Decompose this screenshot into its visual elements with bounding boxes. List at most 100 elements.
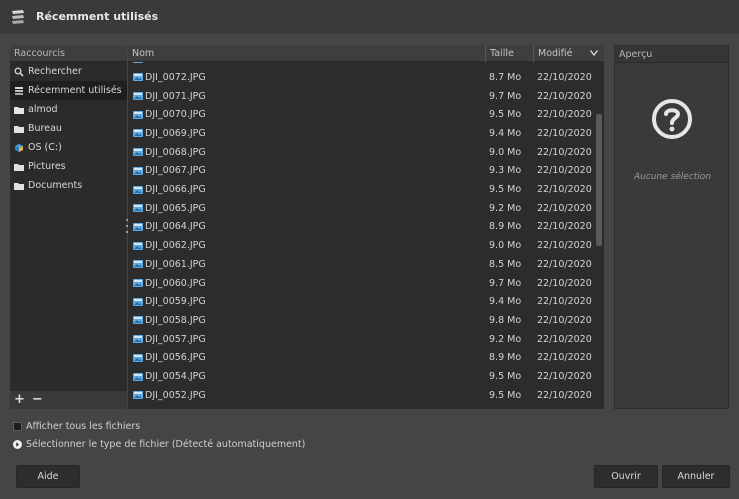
image-file-icon: [133, 62, 143, 63]
file-modified: 22/10/2020: [537, 389, 592, 401]
file-size: 9.0 Mo: [489, 240, 522, 252]
image-file-icon: [133, 148, 143, 157]
table-row[interactable]: DJI_0071.JPG 9.7 Mo 22/10/2020: [128, 87, 593, 106]
table-row[interactable]: DJI_0067.JPG 9.3 Mo 22/10/2020: [128, 162, 593, 181]
file-modified: 22/10/2020: [537, 165, 592, 177]
column-header-size[interactable]: Taille: [485, 45, 533, 62]
file-rows: DJI_0072.JPG 8.7 Mo 22/10/2020 DJI_0071.JPG…: [128, 62, 593, 409]
chevron-down-icon: [590, 50, 598, 56]
add-bookmark-button[interactable]: +: [14, 393, 25, 406]
image-file-icon: [133, 353, 143, 362]
file-modified: 22/10/2020: [537, 184, 592, 196]
file-name: DJI_0054.JPG: [145, 371, 206, 383]
table-row[interactable]: DJI_0072.JPG 8.7 Mo 22/10/2020: [128, 68, 593, 87]
no-selection-text: Aucune sélection: [633, 172, 712, 182]
table-row[interactable]: DJI_0064.JPG 8.9 Mo 22/10/2020: [128, 218, 593, 237]
file-size: 9.5 Mo: [489, 371, 522, 383]
image-file-icon: [133, 204, 143, 213]
table-row[interactable]: DJI_0057.JPG 9.2 Mo 22/10/2020: [128, 330, 593, 349]
place-label: Rechercher: [28, 66, 82, 77]
table-row[interactable]: DJI_0061.JPG 8.5 Mo 22/10/2020: [128, 255, 593, 274]
file-size: 8.7 Mo: [489, 71, 522, 83]
file-type-expander[interactable]: Sélectionner le type de fichier (Détecté…: [13, 437, 305, 451]
scrollbar-thumb[interactable]: [596, 114, 602, 246]
file-size: 9.8 Mo: [489, 314, 522, 326]
place-label: Pictures: [28, 161, 66, 172]
column-header-modified[interactable]: Modifié: [533, 45, 598, 62]
image-file-icon: [133, 260, 143, 269]
home-folder-icon: [14, 105, 24, 115]
table-row[interactable]: DJI_0058.JPG 9.8 Mo 22/10/2020: [128, 311, 593, 330]
place-item[interactable]: Documents: [10, 176, 127, 195]
file-name: DJI_0060.JPG: [145, 277, 206, 289]
file-name: DJI_0062.JPG: [145, 240, 206, 252]
image-file-icon: [133, 185, 143, 194]
file-modified: 22/10/2020: [537, 127, 592, 139]
image-file-icon: [133, 279, 143, 288]
recent-stack-icon: [12, 10, 24, 24]
place-item[interactable]: almod: [10, 100, 127, 119]
place-item[interactable]: Pictures: [10, 157, 127, 176]
file-size: 9.4 Mo: [489, 296, 522, 308]
table-row[interactable]: DJI_0056.JPG 8.9 Mo 22/10/2020: [128, 349, 593, 368]
drive-icon: [14, 143, 24, 153]
file-list-scrollbar[interactable]: [593, 62, 604, 409]
table-row[interactable]: DJI_0060.JPG 9.7 Mo 22/10/2020: [128, 274, 593, 293]
place-item[interactable]: Rechercher: [10, 62, 127, 81]
place-item[interactable]: Bureau: [10, 119, 127, 138]
open-button[interactable]: Ouvrir: [594, 465, 658, 488]
file-list-header: Nom Taille Modifié: [128, 45, 604, 62]
image-file-icon: [133, 297, 143, 306]
file-name: DJI_0067.JPG: [145, 165, 206, 177]
image-file-icon: [133, 92, 143, 101]
image-file-icon: [133, 241, 143, 250]
file-modified: 22/10/2020: [537, 202, 592, 214]
image-file-icon: [133, 166, 143, 175]
file-size: 9.5 Mo: [489, 389, 522, 401]
file-modified: 22/10/2020: [537, 371, 592, 383]
title-bar: Récemment utilisés: [0, 0, 739, 34]
place-label: Documents: [28, 180, 83, 191]
file-type-label: Sélectionner le type de fichier (Détecté…: [26, 438, 306, 450]
table-row[interactable]: DJI_0054.JPG 9.5 Mo 22/10/2020: [128, 367, 593, 386]
question-icon: [652, 99, 692, 139]
preview-pane: Aperçu Aucune sélection: [614, 45, 729, 409]
table-row[interactable]: DJI_0070.JPG 9.5 Mo 22/10/2020: [128, 105, 593, 124]
show-all-files-option[interactable]: Afficher tous les fichiers: [13, 419, 140, 433]
place-label: almod: [28, 104, 58, 115]
table-row[interactable]: DJI_0052.JPG 9.5 Mo 22/10/2020: [128, 386, 593, 405]
image-file-icon: [133, 129, 143, 138]
folder-icon: [14, 162, 24, 172]
place-label: Récemment utilisés: [28, 85, 122, 96]
place-item[interactable]: OS (C:): [10, 138, 127, 157]
file-modified: 22/10/2020: [537, 90, 592, 102]
table-row[interactable]: DJI_0068.JPG 9.0 Mo 22/10/2020: [128, 143, 593, 162]
places-footer: + −: [10, 391, 127, 409]
recent-stack-icon: [14, 86, 24, 96]
remove-bookmark-button[interactable]: −: [32, 393, 43, 406]
search-icon: [14, 67, 24, 77]
file-size: 9.0 Mo: [489, 146, 522, 158]
file-modified: 22/10/2020: [537, 352, 592, 364]
file-size: 8.5 Mo: [489, 258, 522, 270]
image-file-icon: [133, 335, 143, 344]
table-row[interactable]: DJI_0065.JPG 9.2 Mo 22/10/2020: [128, 199, 593, 218]
file-name: DJI_0056.JPG: [145, 352, 206, 364]
file-name: DJI_0057.JPG: [145, 333, 206, 345]
image-file-icon: [133, 372, 143, 381]
place-label: OS (C:): [28, 142, 62, 153]
file-modified: 22/10/2020: [537, 146, 592, 158]
table-row[interactable]: DJI_0066.JPG 9.5 Mo 22/10/2020: [128, 180, 593, 199]
file-modified: 22/10/2020: [537, 333, 592, 345]
file-modified: 22/10/2020: [537, 258, 592, 270]
file-size: 9.7 Mo: [489, 90, 522, 102]
show-all-files-checkbox[interactable]: [13, 421, 22, 431]
cancel-button[interactable]: Annuler: [662, 465, 730, 488]
column-header-name[interactable]: Nom: [128, 45, 485, 62]
table-row[interactable]: DJI_0062.JPG 9.0 Mo 22/10/2020: [128, 236, 593, 255]
column-header-modified-label: Modifié: [538, 48, 573, 59]
help-button[interactable]: Aide: [16, 465, 80, 488]
table-row[interactable]: DJI_0059.JPG 9.4 Mo 22/10/2020: [128, 292, 593, 311]
place-item[interactable]: Récemment utilisés: [10, 81, 127, 100]
table-row[interactable]: DJI_0069.JPG 9.4 Mo 22/10/2020: [128, 124, 593, 143]
